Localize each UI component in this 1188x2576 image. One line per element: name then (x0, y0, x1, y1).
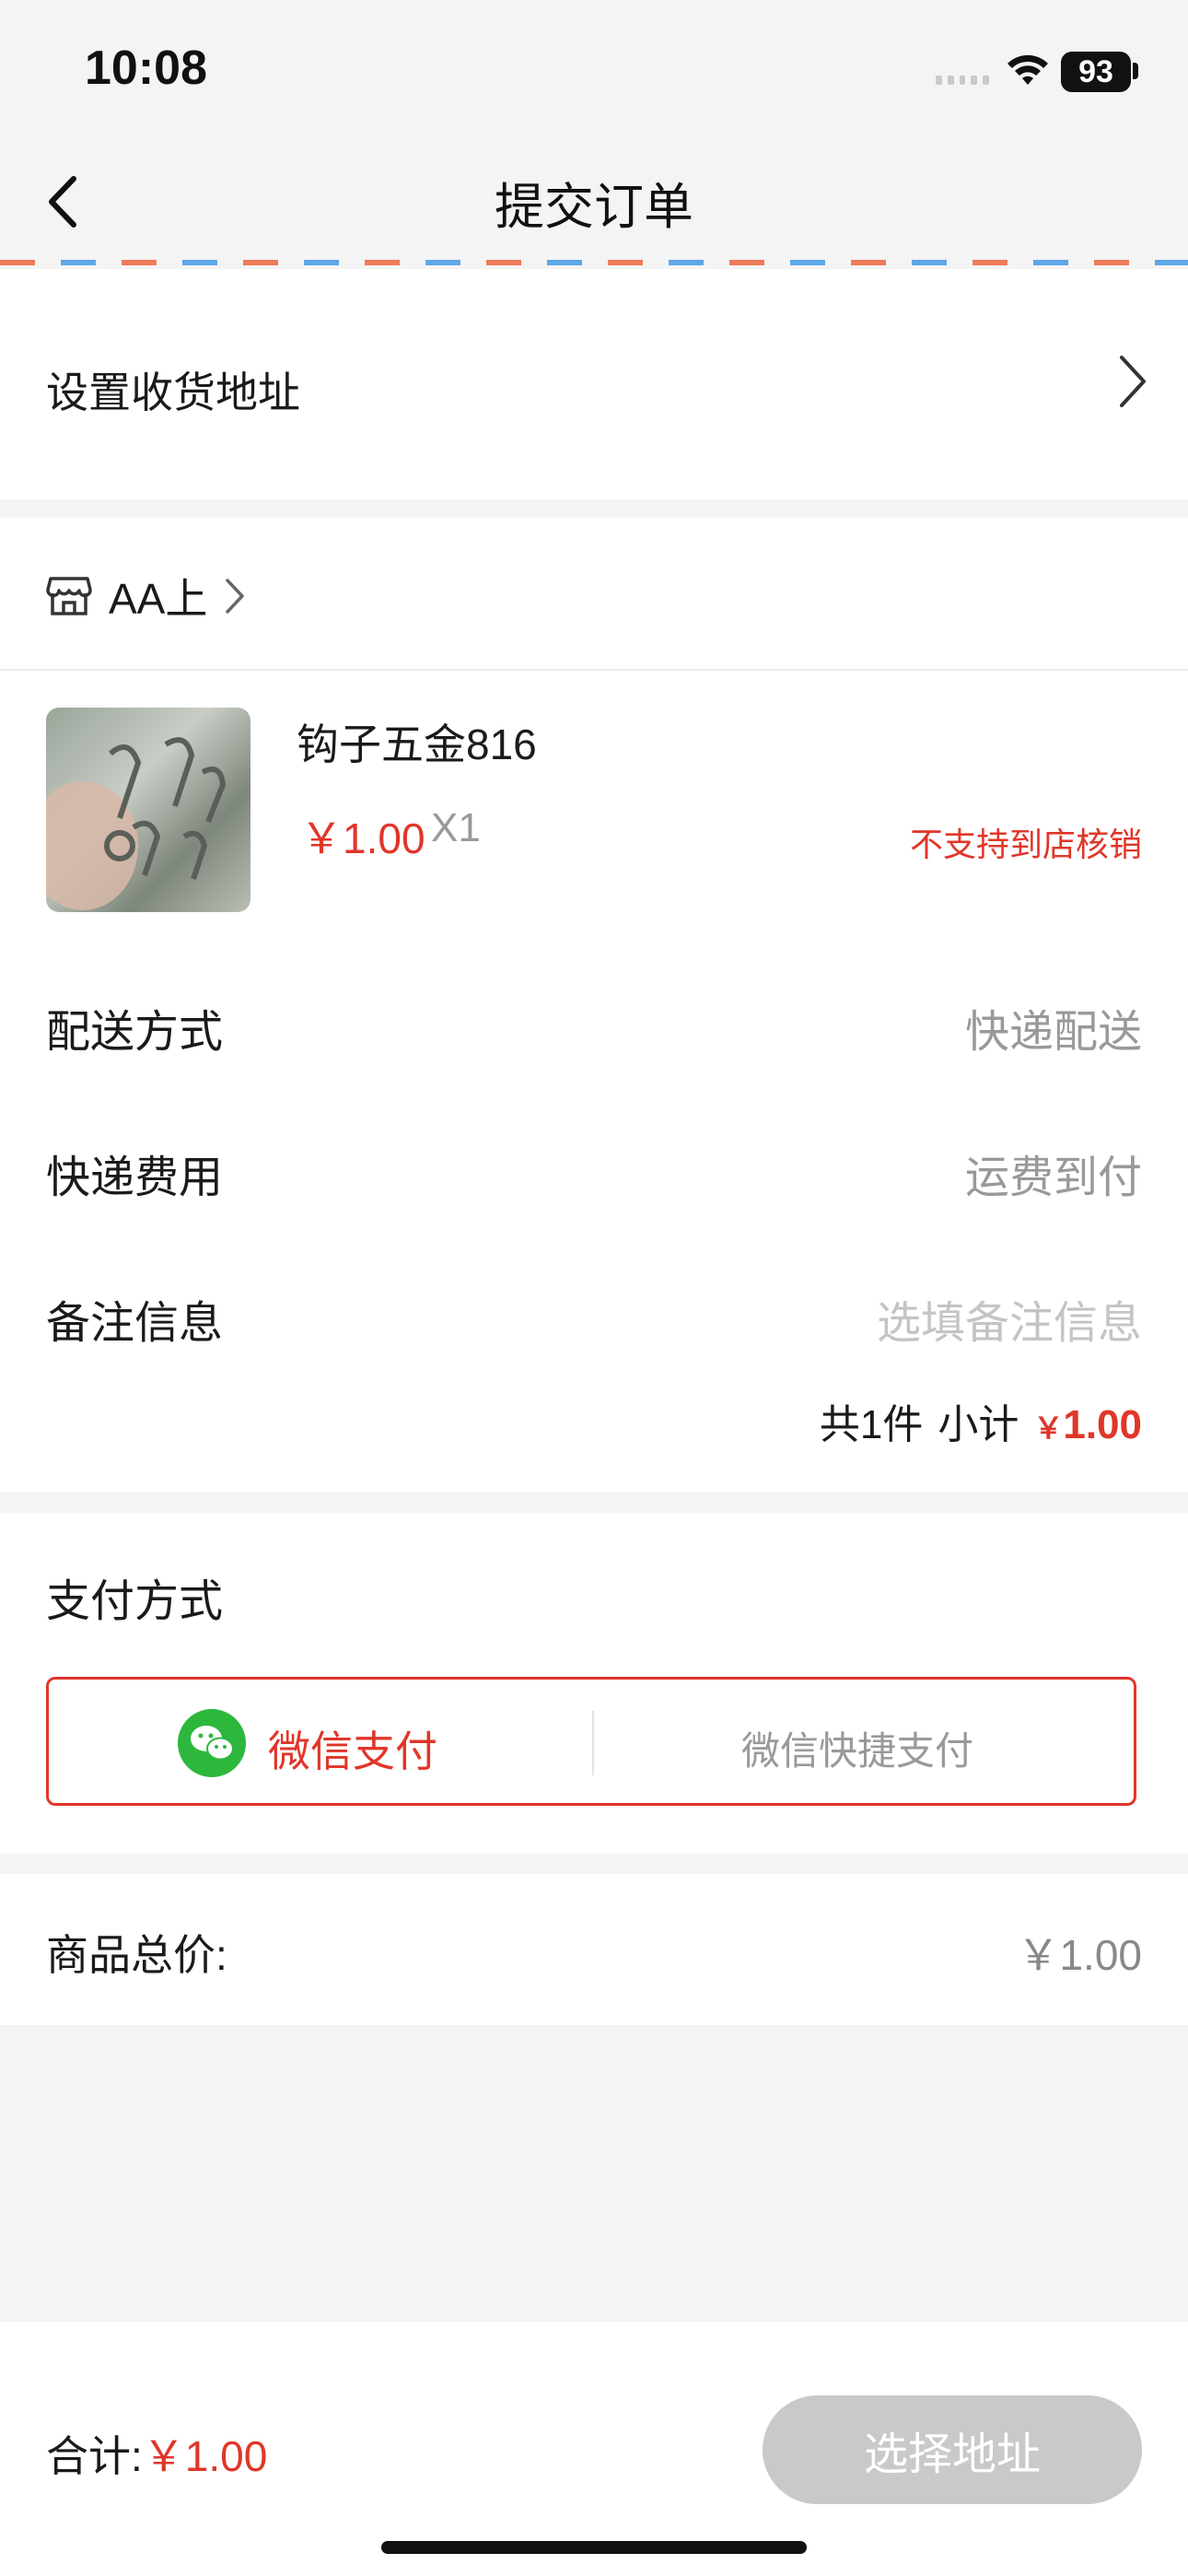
store-icon (46, 577, 92, 615)
set-address-row[interactable]: 设置收货地址 (0, 269, 1188, 499)
payment-options: 微信支付 微信快捷支付 (46, 1677, 1136, 1806)
set-address-label: 设置收货地址 (46, 369, 300, 416)
chevron-right-icon (1120, 356, 1146, 407)
order-card: AA上 钩子五金816 ￥1.00 X1 不支持到店核销 配送方式 快递配送 快… (0, 518, 1188, 1493)
home-indicator[interactable] (381, 2541, 807, 2554)
wechat-quick-pay-option[interactable]: 微信快捷支付 (741, 1720, 973, 1776)
sum-value: ￥1.00 (142, 2432, 268, 2480)
pickup-unsupported-note: 不支持到店核销 (909, 825, 1142, 863)
divider (592, 1711, 594, 1775)
total-card: 商品总价: ￥1.00 (0, 1874, 1188, 2025)
payment-card: 支付方式 微信支付 微信快捷支付 (0, 1513, 1188, 1854)
goods-total-value: ￥1.00 (1017, 1931, 1142, 1979)
cellular-signal-icon (936, 76, 989, 85)
remark-input[interactable]: 选填备注信息 (877, 1286, 1142, 1351)
select-address-button[interactable]: 选择地址 (763, 2395, 1142, 2504)
divider (0, 669, 1188, 671)
subtotal-value: ￥1.00 (1033, 1402, 1142, 1447)
payment-method-label: 支付方式 (46, 1577, 224, 1626)
shop-name: AA上 (109, 575, 208, 623)
subtotal-label: 小计 (938, 1402, 1019, 1447)
delivery-method-label: 配送方式 (46, 1008, 224, 1057)
chevron-right-icon (226, 579, 245, 614)
product-image[interactable] (46, 708, 250, 912)
address-stripe-divider (0, 260, 1188, 265)
wifi-icon (1007, 54, 1048, 85)
product-price: ￥1.00 (300, 814, 425, 862)
subtotal-row: 共1件 小计 ￥1.00 (820, 1391, 1142, 1450)
status-time: 10:08 (85, 41, 207, 95)
wechat-pay-option[interactable]: 微信支付 (268, 1718, 437, 1779)
product-name[interactable]: 钩子五金816 (297, 711, 537, 772)
sum-label: 合计: (46, 2432, 143, 2480)
page-title: 提交订单 (495, 180, 693, 235)
product-quantity: X1 (431, 805, 481, 850)
remark-label: 备注信息 (46, 1299, 224, 1348)
shipping-fee-value: 运费到付 (964, 1153, 1142, 1202)
bottom-bar: 合计:￥1.00 选择地址 (0, 2322, 1188, 2576)
battery-cap (1133, 63, 1138, 79)
shop-header[interactable]: AA上 (46, 566, 246, 626)
wechat-pay-icon[interactable] (178, 1709, 246, 1777)
battery-icon: 93 (1061, 52, 1131, 92)
shipping-fee-label: 快递费用 (46, 1153, 224, 1202)
goods-total-label: 商品总价: (46, 1931, 227, 1979)
item-count: 共1件 (819, 1402, 924, 1447)
delivery-method-value[interactable]: 快递配送 (965, 995, 1142, 1060)
sum-row: 合计:￥1.00 (46, 2423, 267, 2484)
